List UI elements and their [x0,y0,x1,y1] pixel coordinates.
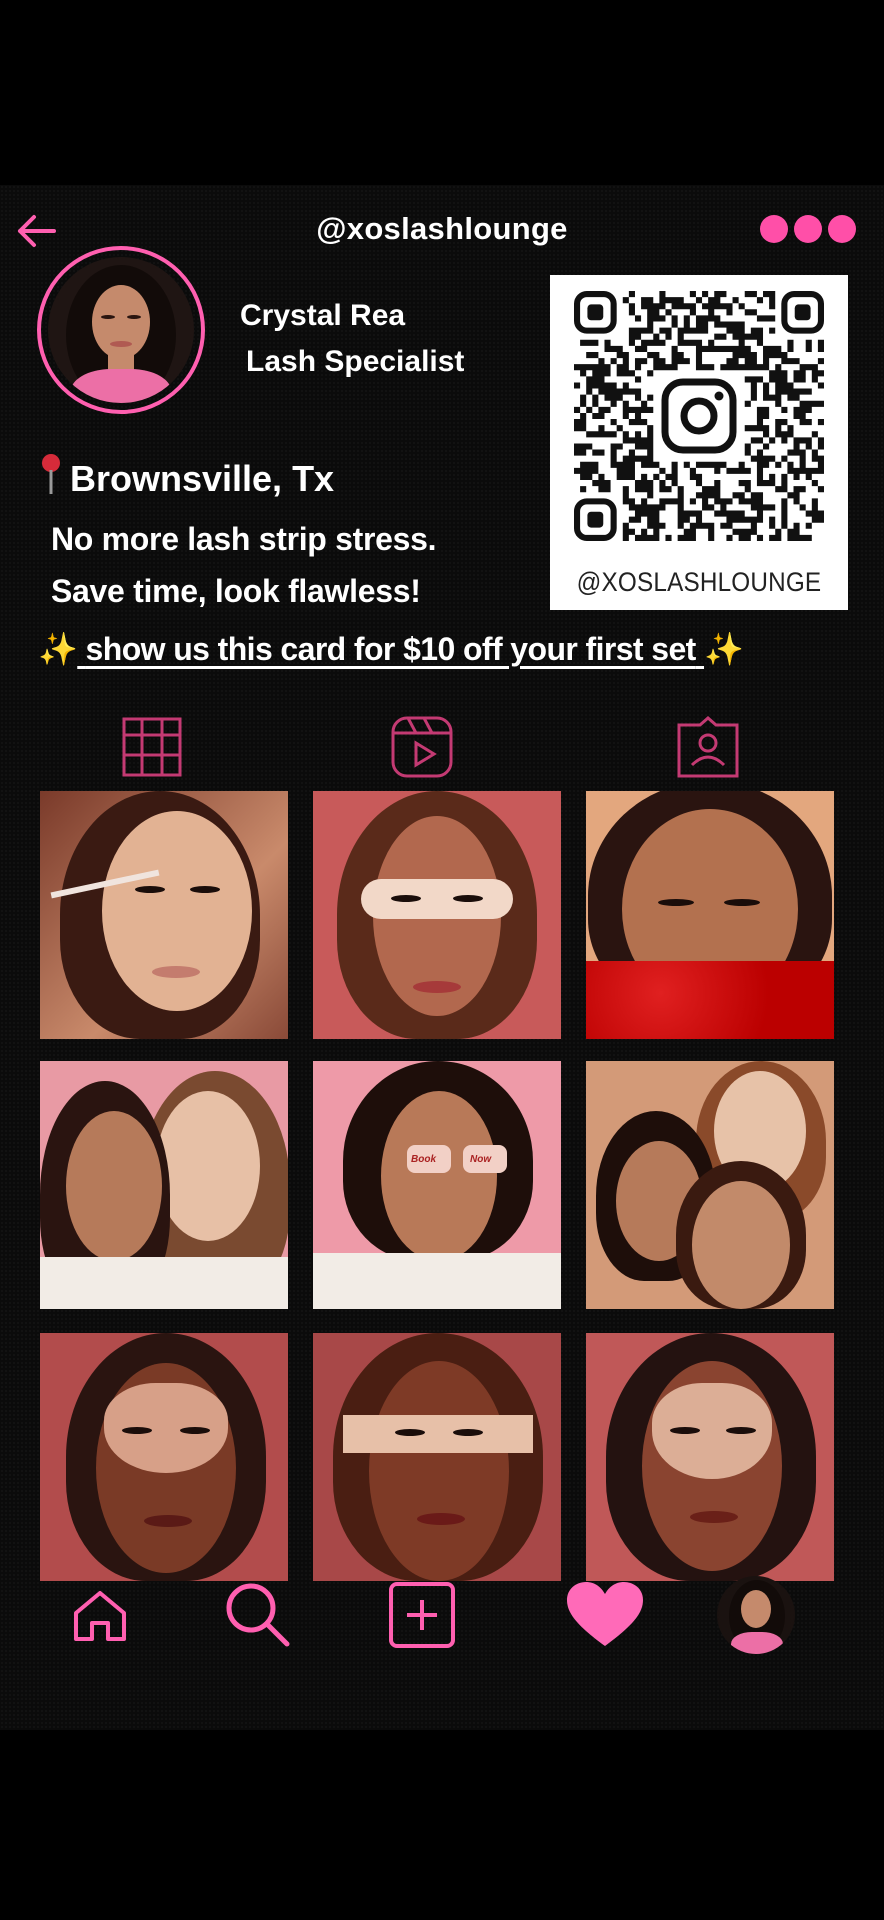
nav-add-post[interactable] [382,1575,462,1655]
heart-icon [567,1582,643,1646]
promo-text: show us this card for $10 off your first… [85,631,697,667]
now-text: Now [470,1154,492,1165]
promo-link[interactable]: ✨ show us this card for $10 off your fir… [38,630,858,668]
profile-name-block: Crystal Rea Lash Specialist [240,293,464,385]
tab-reels[interactable] [390,715,454,779]
location-pin-icon [40,452,62,505]
profile-handle: @xoslashlounge [316,211,568,246]
post-thumbnail[interactable] [586,1333,834,1581]
post-thumbnail[interactable] [313,791,561,1039]
instagram-qr-code[interactable]: @XOSLASHLOUNGE [550,275,848,610]
post-thumbnail[interactable] [586,1061,834,1309]
post-thumbnail[interactable] [586,791,834,1039]
nav-activity[interactable] [562,1575,648,1655]
bottom-nav [0,1575,884,1675]
more-options-icon[interactable] [760,215,856,243]
post-thumbnail[interactable] [40,791,288,1039]
nav-search[interactable] [218,1575,298,1655]
sparkles-icon: ✨ [704,631,744,667]
profile-title: Lash Specialist [246,345,465,378]
post-thumbnail[interactable]: Book Now [313,1061,561,1309]
tab-grid[interactable] [120,715,184,779]
bio-line: Save time, look flawless! [51,573,421,609]
bio-line: No more lash strip stress. [51,521,437,557]
post-thumbnail[interactable] [40,1333,288,1581]
post-grid: Book Now [40,791,838,1581]
location-text: Brownsville, Tx [70,457,335,499]
sparkles-icon: ✨ [38,631,78,667]
nav-profile[interactable] [716,1575,796,1655]
instagram-logo-icon [661,378,737,454]
home-icon [74,1591,126,1641]
post-thumbnail[interactable] [313,1333,561,1581]
book-text: Book [411,1154,436,1165]
location: Brownsville, Tx [40,452,334,505]
qr-handle-label: @XOSLASHLOUNGE [576,567,822,597]
profile-card: @xoslashlounge Crystal Rea Lash Speciali… [0,185,884,1730]
profile-avatar [717,1576,795,1654]
profile-bio: No more lash strip stress. Save time, lo… [51,513,437,617]
search-icon [226,1583,290,1647]
tagged-icon [677,716,739,778]
add-post-icon [389,1582,455,1648]
profile-name: Crystal Rea [240,299,406,332]
nav-home[interactable] [60,1575,140,1655]
profile-avatar[interactable] [37,246,205,414]
reels-icon [391,716,453,778]
post-thumbnail[interactable] [40,1061,288,1309]
grid-icon [122,717,182,777]
avatar-photo [48,257,194,403]
profile-tabs [0,715,884,795]
tab-tagged[interactable] [676,715,740,779]
qr-pattern [574,291,824,541]
